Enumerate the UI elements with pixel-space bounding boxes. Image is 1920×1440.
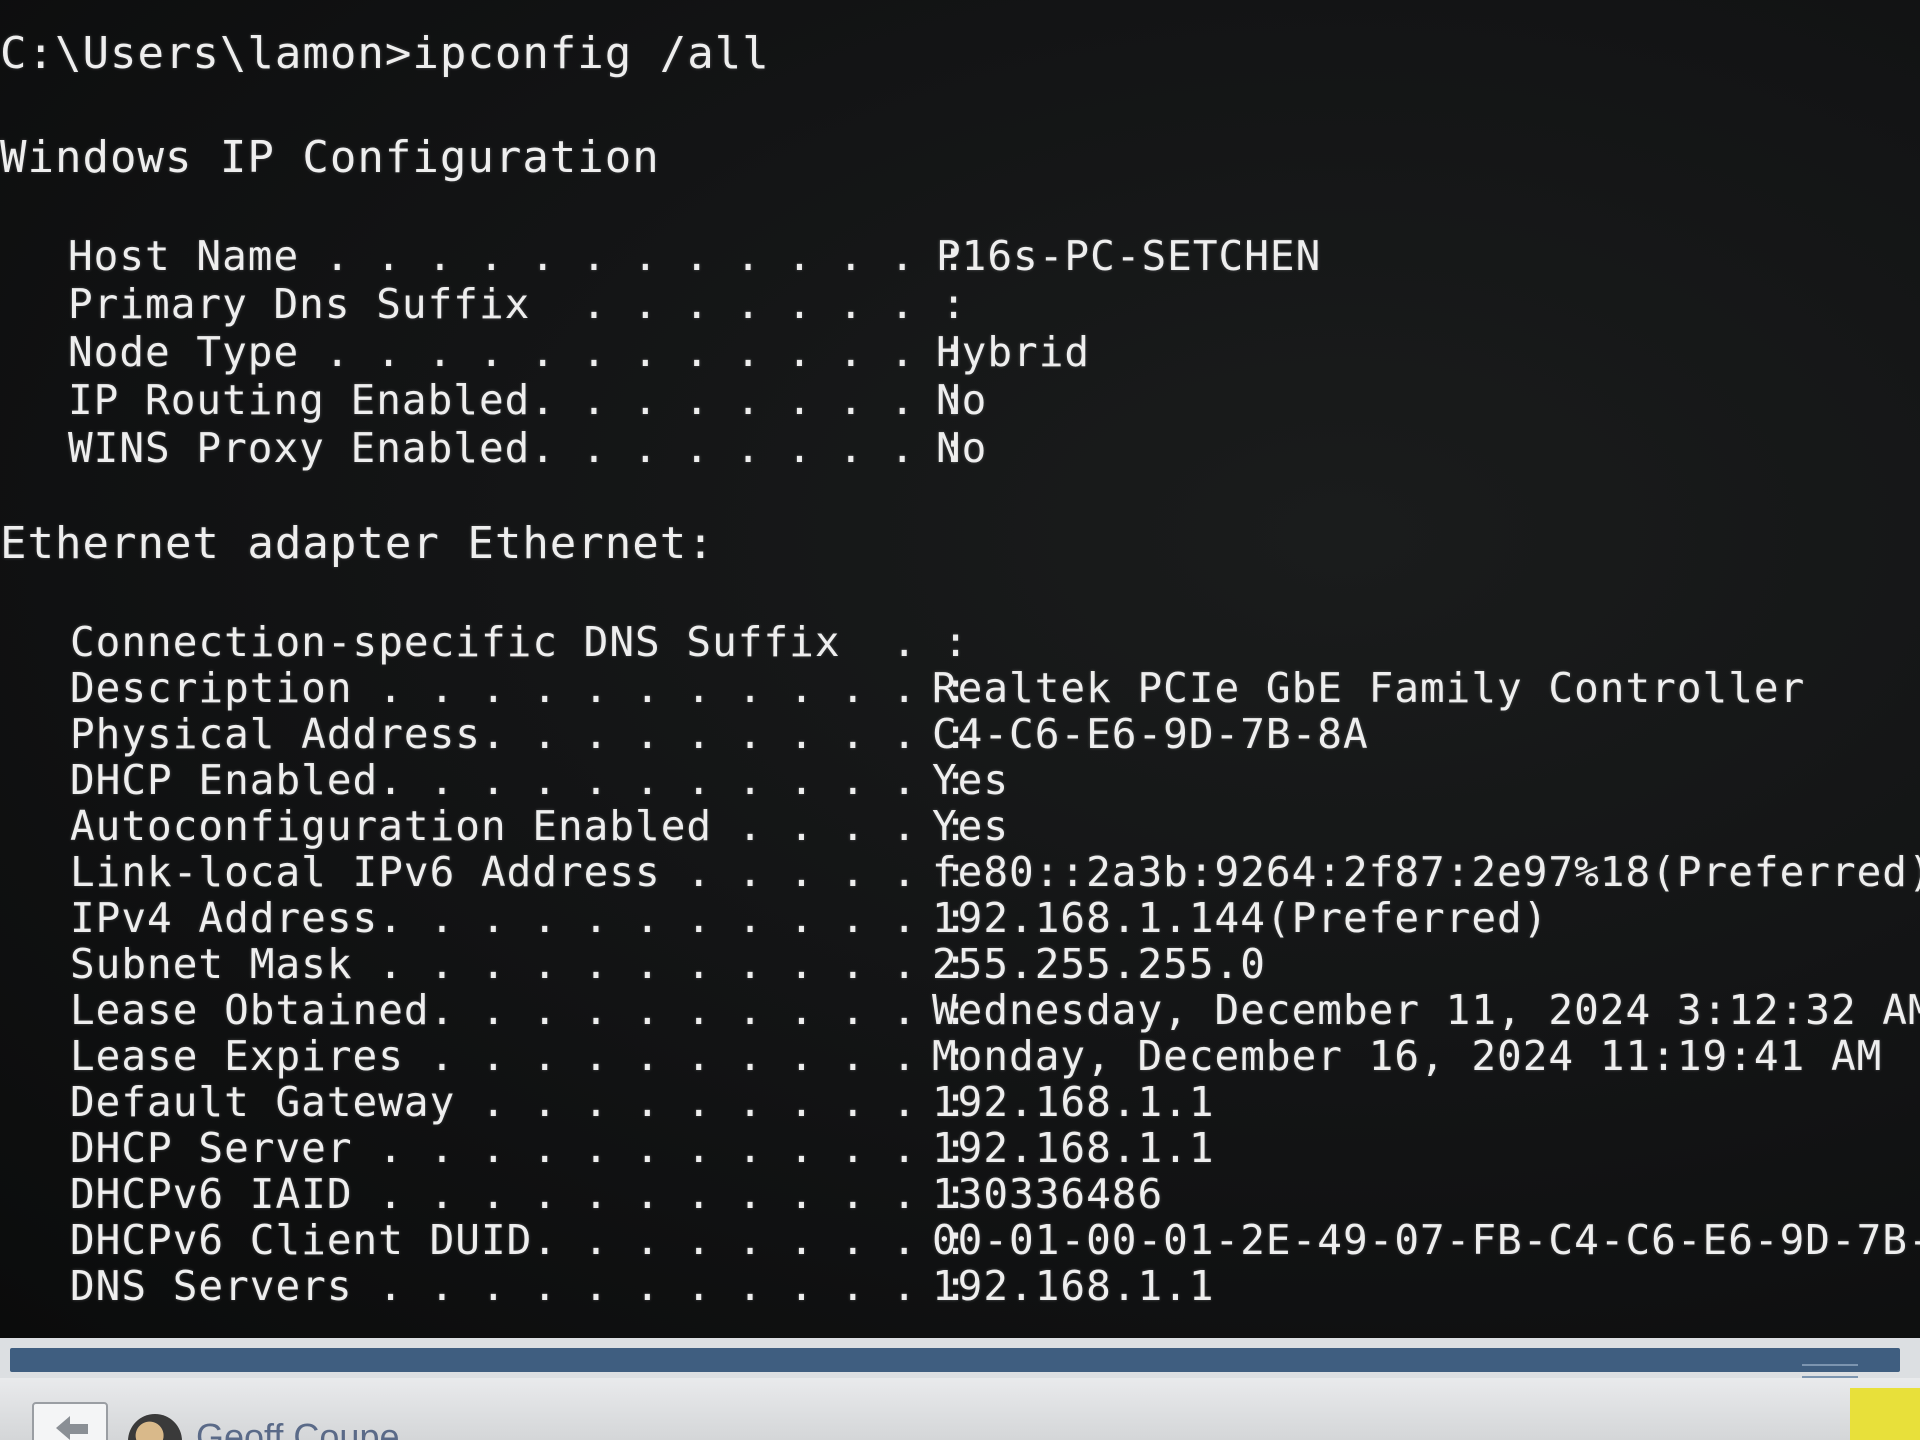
row-value: No: [936, 424, 988, 472]
taskbar: Geoff Coupe: [0, 1378, 1920, 1440]
row-label: Physical Address. . . . . . . . . :: [70, 710, 969, 758]
row-value: 130336486: [932, 1170, 1164, 1218]
row-value: 192.168.1.1: [932, 1078, 1215, 1126]
row-value: 00-01-00-01-2E-49-07-FB-C4-C6-E6-9D-7B-8…: [932, 1216, 1920, 1264]
config-row: DHCP Enabled. . . . . . . . . . . : Yes: [70, 756, 1008, 804]
row-value: Monday, December 16, 2024 11:19:41 AM: [932, 1032, 1883, 1080]
row-value: Hybrid: [936, 328, 1091, 376]
ethernet-adapter-heading: Ethernet adapter Ethernet:: [0, 518, 715, 569]
row-label: DHCPv6 IAID . . . . . . . . . . . :: [70, 1170, 969, 1218]
row-label: DHCP Server . . . . . . . . . . . :: [70, 1124, 969, 1172]
config-row: Connection-specific DNS Suffix . :: [70, 618, 969, 666]
config-row: DHCPv6 IAID . . . . . . . . . . . :13033…: [70, 1170, 1162, 1218]
row-label: Primary Dns Suffix . . . . . . . :: [68, 280, 967, 328]
command-text: ipconfig /all: [412, 28, 770, 79]
row-value: 192.168.1.144(Preferred): [932, 894, 1549, 942]
config-row: IP Routing Enabled. . . . . . . . : No: [68, 376, 986, 424]
windows-ip-heading: Windows IP Configuration: [0, 132, 660, 183]
row-value: No: [936, 376, 988, 424]
horizontal-scrollbar[interactable]: [0, 1338, 1920, 1378]
row-value: P16s-PC-SETCHEN: [936, 232, 1322, 280]
row-value: fe80::2a3b:9264:2f87:2e97%18(Preferred): [932, 848, 1920, 896]
row-label: Lease Obtained. . . . . . . . . . :: [70, 986, 969, 1034]
row-label: DHCP Enabled. . . . . . . . . . . :: [70, 756, 969, 804]
config-row: DNS Servers . . . . . . . . . . . :192.1…: [70, 1262, 1214, 1310]
config-row: Subnet Mask . . . . . . . . . . . :255.2…: [70, 940, 1265, 988]
row-value: 255.255.255.0: [932, 940, 1266, 988]
row-label: DNS Servers . . . . . . . . . . . :: [70, 1262, 969, 1310]
row-label: WINS Proxy Enabled. . . . . . . . :: [68, 424, 967, 472]
config-row: Autoconfiguration Enabled . . . . : Yes: [70, 802, 1008, 850]
config-row: Node Type . . . . . . . . . . . . : Hybri…: [68, 328, 1089, 376]
back-arrow-icon: [56, 1416, 88, 1440]
row-label: Autoconfiguration Enabled . . . . :: [70, 802, 969, 850]
config-row: Lease Obtained. . . . . . . . . . : Wedne…: [70, 986, 1920, 1034]
row-value: Yes: [932, 802, 1010, 850]
scrollbar-thumb[interactable]: [10, 1348, 1900, 1378]
user-name[interactable]: Geoff Coupe: [196, 1416, 399, 1440]
row-label: Node Type . . . . . . . . . . . . :: [68, 328, 967, 376]
config-row: Lease Expires . . . . . . . . . . : Monda…: [70, 1032, 1881, 1080]
config-row: DHCP Server . . . . . . . . . . . :192.1…: [70, 1124, 1214, 1172]
config-row: WINS Proxy Enabled. . . . . . . . : No: [68, 424, 986, 472]
config-row: Physical Address. . . . . . . . . : C4-C6…: [70, 710, 1368, 758]
scroll-grip-icon: [1802, 1364, 1858, 1378]
config-row: Description . . . . . . . . . . . : Realt…: [70, 664, 1804, 712]
prompt-path: C:\Users\lamon>: [0, 28, 413, 79]
back-button[interactable]: [32, 1402, 108, 1440]
config-row: Primary Dns Suffix . . . . . . . :: [68, 280, 967, 328]
row-label: Lease Expires . . . . . . . . . . :: [70, 1032, 969, 1080]
row-label: IP Routing Enabled. . . . . . . . :: [68, 376, 967, 424]
row-value: C4-C6-E6-9D-7B-8A: [932, 710, 1369, 758]
config-row: Host Name . . . . . . . . . . . . : P16s-…: [68, 232, 1320, 280]
row-label: Host Name . . . . . . . . . . . . :: [68, 232, 967, 280]
row-value: Realtek PCIe GbE Family Controller: [932, 664, 1806, 712]
config-row: Default Gateway . . . . . . . . . :192.1…: [70, 1078, 1214, 1126]
row-label: IPv4 Address. . . . . . . . . . . :: [70, 894, 969, 942]
config-row: IPv4 Address. . . . . . . . . . . :192.1…: [70, 894, 1547, 942]
row-label: DHCPv6 Client DUID. . . . . . . . :: [70, 1216, 969, 1264]
row-label: Description . . . . . . . . . . . :: [70, 664, 969, 712]
row-value: Yes: [932, 756, 1010, 804]
row-label: Link-local IPv6 Address . . . . . :: [70, 848, 969, 896]
row-label: Default Gateway . . . . . . . . . :: [70, 1078, 969, 1126]
avatar[interactable]: [128, 1414, 182, 1440]
config-row: DHCPv6 Client DUID. . . . . . . . :00-01…: [70, 1216, 1920, 1264]
row-value: Wednesday, December 11, 2024 3:12:32 AM: [932, 986, 1920, 1034]
row-value: 192.168.1.1: [932, 1124, 1215, 1172]
notification-tab[interactable]: [1850, 1388, 1920, 1440]
command-line: C:\Users\lamon>ipconfig /all: [0, 28, 770, 79]
row-label: Connection-specific DNS Suffix . :: [70, 618, 969, 666]
command-prompt-window[interactable]: C:\Users\lamon>ipconfig /all Windows IP …: [0, 0, 1920, 1338]
row-value: 192.168.1.1: [932, 1262, 1215, 1310]
row-label: Subnet Mask . . . . . . . . . . . :: [70, 940, 969, 988]
config-row: Link-local IPv6 Address . . . . . : fe80:…: [70, 848, 1920, 896]
